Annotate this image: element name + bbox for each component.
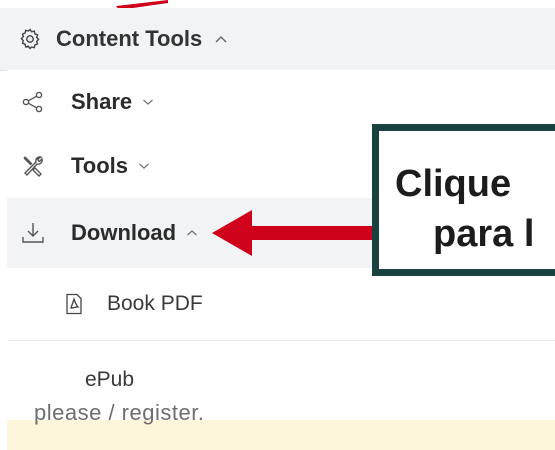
content-tools-title: Content Tools bbox=[56, 26, 203, 51]
top-strip bbox=[0, 0, 555, 8]
callout-line-1: Clique bbox=[395, 163, 512, 205]
gear-icon bbox=[18, 27, 42, 51]
download-option-book-pdf-label: Book PDF bbox=[107, 292, 203, 315]
download-option-epub-label: ePub bbox=[85, 368, 135, 391]
share-icon bbox=[19, 88, 47, 116]
chevron-up-icon bbox=[186, 229, 198, 237]
content-tools-header[interactable]: Content Tools bbox=[0, 8, 555, 71]
chevron-down-icon bbox=[142, 98, 154, 106]
login-notice-text: please / register. bbox=[34, 400, 205, 425]
tools-icon bbox=[19, 152, 47, 180]
menu-item-share-label: Share bbox=[71, 89, 133, 114]
chevron-down-icon bbox=[138, 162, 150, 170]
red-arrow-annotation bbox=[212, 210, 376, 256]
menu-item-tools-label: Tools bbox=[71, 153, 129, 178]
callout-line-2: para l bbox=[433, 213, 535, 255]
download-option-book-pdf[interactable]: Book PDF bbox=[7, 268, 555, 341]
chevron-up-icon bbox=[214, 34, 228, 44]
instruction-callout: Clique para l bbox=[372, 124, 555, 276]
download-icon bbox=[19, 219, 47, 247]
pdf-icon bbox=[63, 293, 85, 315]
menu-item-download-label: Download bbox=[71, 220, 177, 245]
